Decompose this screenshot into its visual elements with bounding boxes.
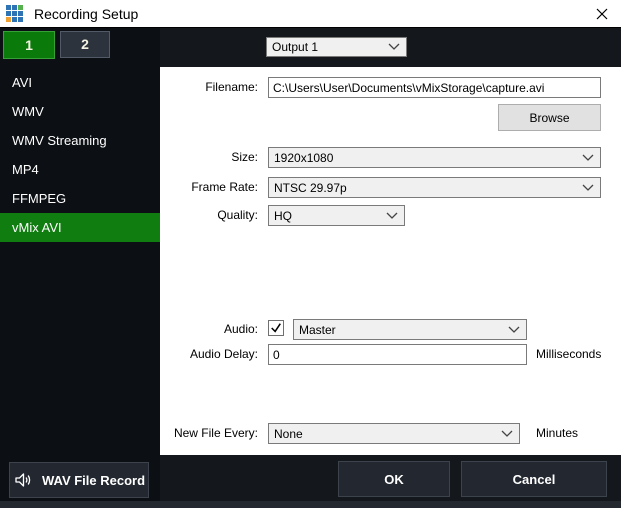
window-bottom-edge: [0, 501, 621, 508]
vmix-logo-icon: [6, 5, 23, 22]
sidebar-item-vmix-avi[interactable]: vMix AVI: [0, 213, 160, 242]
chevron-down-icon: [582, 154, 594, 161]
filename-label: Filename:: [205, 80, 258, 94]
output-select[interactable]: Output 1: [266, 37, 407, 57]
size-label: Size:: [231, 150, 258, 164]
format-list: AVI WMV WMV Streaming MP4 FFMPEG vMix AV…: [0, 68, 160, 242]
checkmark-icon: [271, 323, 281, 333]
quality-select[interactable]: HQ: [268, 205, 405, 226]
wav-file-record-label: WAV File Record: [41, 472, 146, 488]
sidebar-item-avi[interactable]: AVI: [0, 68, 160, 97]
audio-label: Audio:: [223, 322, 258, 336]
browse-button[interactable]: Browse: [498, 104, 601, 131]
minutes-label: Minutes: [536, 426, 579, 440]
milliseconds-label: Milliseconds: [536, 347, 602, 361]
audio-checkbox[interactable]: [268, 320, 284, 336]
close-icon[interactable]: [587, 1, 617, 27]
settings-panel: Filename: Browse Size: 1920x1080 Frame R…: [160, 67, 621, 455]
size-select[interactable]: 1920x1080: [268, 147, 601, 168]
chevron-down-icon: [508, 326, 520, 333]
new-file-every-label: New File Every:: [173, 426, 258, 440]
quality-label: Quality:: [217, 208, 258, 222]
frame-rate-select[interactable]: NTSC 29.97p: [268, 177, 601, 198]
chevron-down-icon: [386, 212, 398, 219]
chevron-down-icon: [582, 184, 594, 191]
new-file-every-select[interactable]: None: [268, 423, 520, 444]
chevron-down-icon: [388, 43, 400, 50]
titlebar: Recording Setup: [0, 0, 621, 28]
sidebar-item-wmv-streaming[interactable]: WMV Streaming: [0, 126, 160, 155]
sidebar-item-ffmpeg[interactable]: FFMPEG: [0, 184, 160, 213]
cancel-button[interactable]: Cancel: [461, 461, 607, 497]
window-title: Recording Setup: [34, 6, 139, 22]
ok-button[interactable]: OK: [338, 461, 450, 497]
frame-rate-label: Frame Rate:: [191, 180, 258, 194]
audio-delay-label: Audio Delay:: [189, 347, 258, 361]
sidebar-item-wmv[interactable]: WMV: [0, 97, 160, 126]
wav-file-record-button[interactable]: WAV File Record: [9, 462, 149, 498]
output-select-value: Output 1: [272, 40, 319, 54]
sidebar-item-mp4[interactable]: MP4: [0, 155, 160, 184]
recording-setup-dialog: Recording Setup 1 2 Output 1 AVI WMV WMV…: [0, 0, 621, 508]
filename-input[interactable]: [268, 77, 601, 98]
chevron-down-icon: [501, 430, 513, 437]
speaker-icon: [15, 473, 31, 487]
tab-output-1[interactable]: 1: [3, 31, 55, 59]
audio-source-select[interactable]: Master: [293, 319, 527, 340]
tab-output-2[interactable]: 2: [60, 31, 110, 58]
audio-delay-input[interactable]: [268, 344, 527, 365]
